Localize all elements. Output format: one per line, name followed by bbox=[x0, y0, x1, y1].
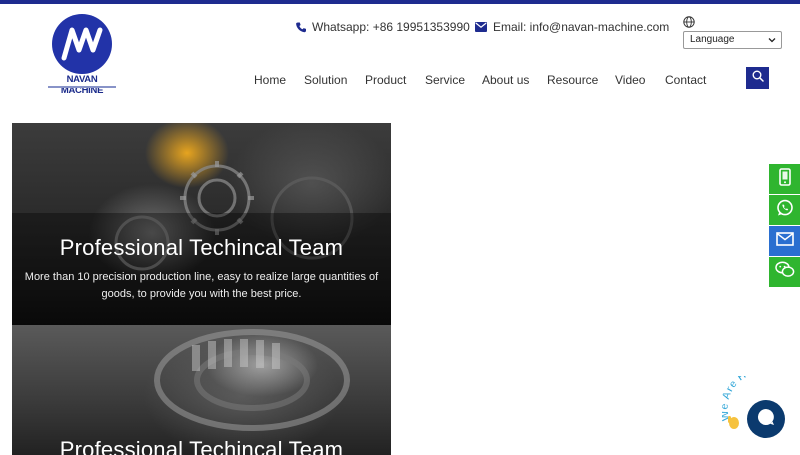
nav-item-product[interactable]: Product bbox=[365, 73, 406, 87]
panel-description: More than 10 precision production line, … bbox=[24, 271, 379, 300]
mail-icon bbox=[775, 231, 794, 251]
phone-icon bbox=[296, 22, 306, 33]
nav-item-resource[interactable]: Resource bbox=[547, 73, 598, 87]
mobile-icon bbox=[778, 167, 791, 191]
envelope-icon bbox=[475, 22, 487, 32]
wechat-icon bbox=[774, 261, 795, 283]
side-whatsapp-button[interactable] bbox=[769, 195, 800, 225]
whatsapp-icon bbox=[776, 199, 794, 222]
search-button[interactable] bbox=[746, 67, 769, 89]
side-mobile-button[interactable] bbox=[769, 164, 800, 194]
panel-title: Professional Techincal Team bbox=[59, 235, 344, 260]
nav-item-about-us[interactable]: About us bbox=[482, 73, 529, 87]
top-accent-bar bbox=[0, 0, 800, 4]
logo-tagline-line bbox=[48, 86, 116, 88]
search-icon bbox=[752, 69, 764, 87]
panel-title: Professional Techincal Team bbox=[59, 437, 344, 455]
side-wechat-button[interactable] bbox=[769, 257, 800, 287]
logo-emblem bbox=[52, 14, 112, 74]
waving-hand-icon bbox=[728, 416, 739, 429]
feature-panel[interactable]: Professional Techincal Team bbox=[12, 325, 391, 455]
nav-item-service[interactable]: Service bbox=[425, 73, 465, 87]
nav-item-video[interactable]: Video bbox=[615, 73, 645, 87]
nav-item-solution[interactable]: Solution bbox=[304, 73, 347, 87]
language-select-value: Language bbox=[690, 34, 735, 45]
logo-text: NAVAN MACHINE bbox=[60, 74, 104, 96]
side-mail-button[interactable] bbox=[769, 226, 800, 256]
chevron-down-icon bbox=[768, 36, 776, 44]
nav-item-contact[interactable]: Contact bbox=[665, 73, 706, 87]
feature-panel[interactable]: Professional Techincal Team More than 10… bbox=[12, 123, 391, 325]
whatsapp-text: Whatsapp: +86 19951353990 bbox=[312, 20, 470, 34]
language-select[interactable]: Language bbox=[683, 31, 782, 49]
globe-icon bbox=[683, 15, 695, 28]
chat-button[interactable] bbox=[747, 400, 785, 438]
nav-item-home[interactable]: Home bbox=[254, 73, 286, 87]
whatsapp-contact[interactable]: Whatsapp: +86 19951353990 bbox=[296, 20, 470, 34]
email-text: Email: info@navan-machine.com bbox=[493, 20, 670, 34]
chat-icon bbox=[756, 407, 776, 432]
bearing-machinery-image bbox=[154, 329, 350, 431]
email-contact[interactable]: Email: info@navan-machine.com bbox=[475, 20, 669, 34]
logo[interactable]: NAVAN MACHINE bbox=[46, 14, 118, 96]
